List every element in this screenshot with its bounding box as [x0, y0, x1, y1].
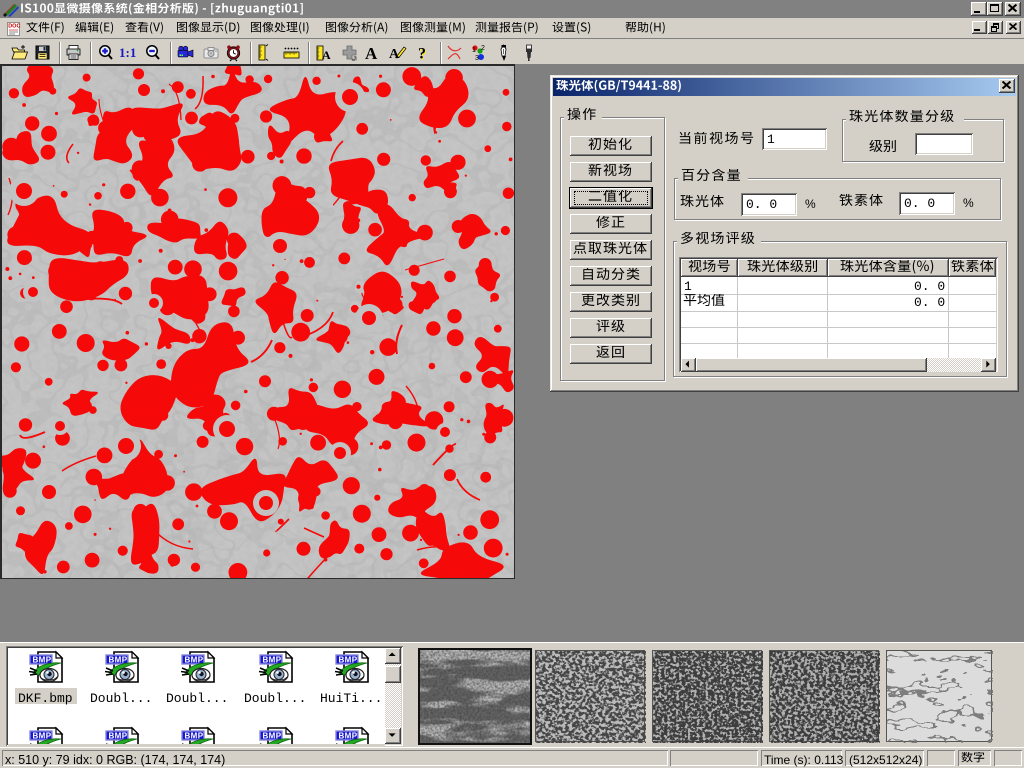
svg-text:2: 2: [481, 45, 485, 52]
svg-text:DOC: DOC: [8, 24, 20, 30]
svg-text:3: 3: [475, 55, 479, 62]
svg-text:A: A: [322, 48, 331, 62]
svg-text:?: ?: [418, 46, 426, 63]
svg-text:1:1: 1:1: [119, 45, 136, 60]
svg-text:1: 1: [472, 47, 476, 54]
svg-text:A: A: [365, 44, 378, 62]
